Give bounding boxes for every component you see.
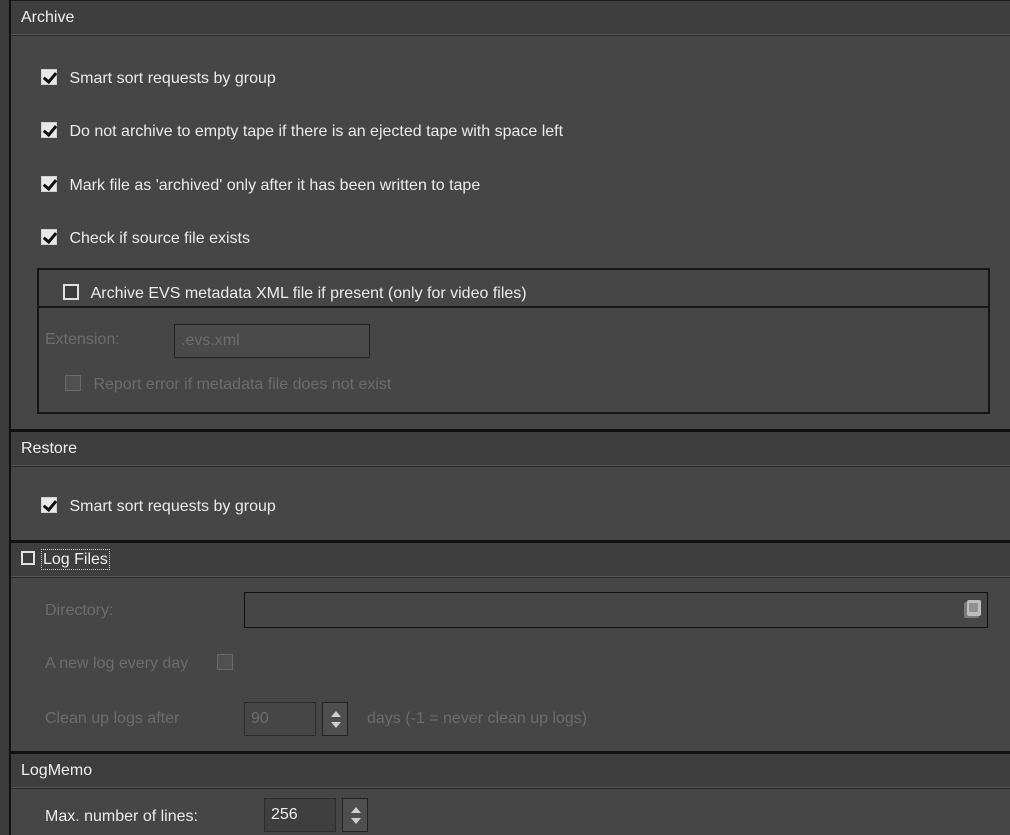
restore-header-label: Restore	[21, 440, 78, 457]
evs-metadata-checkbox[interactable]	[63, 283, 79, 300]
cleanup-days-spinner[interactable]	[322, 702, 348, 736]
restore-smart-sort-option[interactable]: Smart sort requests by group	[41, 496, 276, 518]
cleanup-suffix: days (-1 = never clean up logs)	[367, 710, 588, 727]
spinner-up-icon[interactable]	[331, 711, 341, 717]
report-error-checkbox[interactable]	[65, 374, 81, 391]
archive-empty-tape-option[interactable]: Do not archive to empty tape if there is…	[41, 121, 563, 143]
new-log-option[interactable]: A new log every day	[45, 653, 241, 675]
spinner-down-icon[interactable]	[331, 722, 341, 728]
directory-input[interactable]	[244, 592, 988, 628]
archive-mark-archived-option[interactable]: Mark file as 'archived' only after it ha…	[41, 175, 480, 197]
check-source-checkbox[interactable]	[41, 228, 57, 245]
extension-input[interactable]: .evs.xml	[174, 324, 370, 358]
log-files-section-header: Log Files	[11, 540, 1010, 578]
smart-sort-label: Smart sort requests by group	[69, 70, 276, 87]
mark-archived-checkbox[interactable]	[41, 175, 57, 192]
settings-panel: Archive Smart sort requests by group Do …	[9, 0, 1010, 835]
check-source-label: Check if source file exists	[69, 230, 250, 247]
empty-tape-label: Do not archive to empty tape if there is…	[69, 123, 564, 140]
archive-check-source-option[interactable]: Check if source file exists	[41, 228, 250, 250]
max-lines-input[interactable]: 256	[264, 798, 336, 832]
extension-label: Extension:	[45, 331, 120, 348]
report-error-option[interactable]: Report error if metadata file does not e…	[65, 374, 391, 396]
max-lines-spinner[interactable]	[342, 798, 368, 832]
evs-metadata-label: Archive EVS metadata XML file if present…	[90, 285, 527, 302]
restore-smart-sort-checkbox[interactable]	[41, 496, 57, 513]
restore-smart-sort-label: Smart sort requests by group	[69, 498, 276, 515]
archive-smart-sort-option[interactable]: Smart sort requests by group	[41, 68, 276, 90]
spinner-up-icon[interactable]	[351, 807, 361, 813]
log-files-checkbox[interactable]	[21, 550, 35, 565]
cleanup-days-input[interactable]: 90	[244, 702, 316, 736]
logmemo-section-header: LogMemo	[11, 751, 1010, 789]
spinner-down-icon[interactable]	[351, 818, 361, 824]
cleanup-label: Clean up logs after	[45, 710, 180, 727]
new-log-checkbox[interactable]	[216, 653, 233, 670]
max-lines-label: Max. number of lines:	[45, 808, 198, 825]
log-files-header-label[interactable]: Log Files	[41, 549, 110, 570]
archive-section-header: Archive	[11, 0, 1010, 36]
folder-browse-icon[interactable]	[961, 599, 983, 621]
report-error-label: Report error if metadata file does not e…	[93, 376, 392, 393]
smart-sort-checkbox[interactable]	[41, 68, 57, 85]
empty-tape-checkbox[interactable]	[41, 121, 57, 138]
evs-metadata-option[interactable]: Archive EVS metadata XML file if present…	[63, 283, 527, 305]
logmemo-header-label: LogMemo	[21, 762, 93, 779]
directory-label: Directory:	[45, 602, 114, 619]
mark-archived-label: Mark file as 'archived' only after it ha…	[69, 177, 481, 194]
restore-section-header: Restore	[11, 429, 1010, 467]
new-log-label: A new log every day	[45, 655, 189, 672]
archive-header-label: Archive	[21, 9, 75, 26]
